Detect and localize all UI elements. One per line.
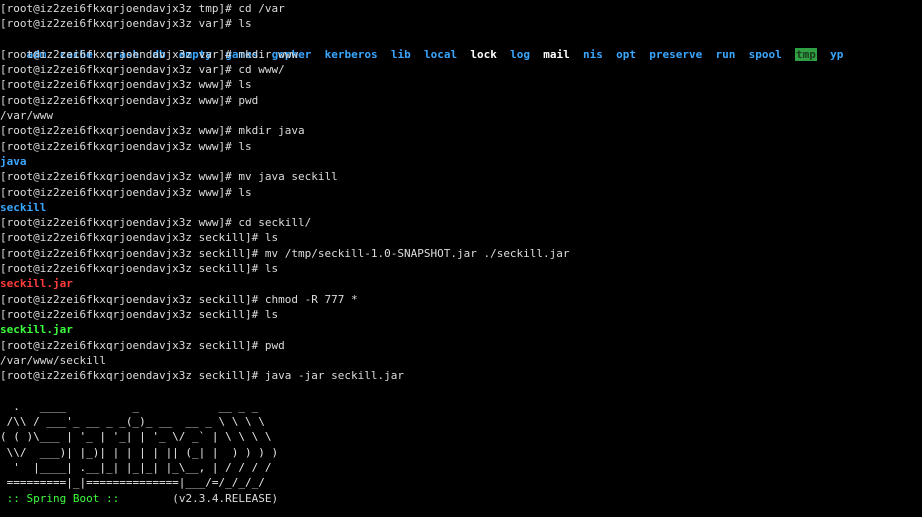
terminal-line: [root@iz2zei6fkxqrjoendavjx3z seckill]# … [0,262,279,276]
terminal-line: [root@iz2zei6fkxqrjoendavjx3z www]# ls [0,78,252,92]
terminal-line: [root@iz2zei6fkxqrjoendavjx3z www]# mkdi… [0,124,305,138]
dir-entry: lock [470,47,497,61]
dir-entry: local [423,47,458,61]
dir-entry: mail [543,47,570,61]
terminal-window[interactable]: [root@iz2zei6fkxqrjoendavjx3z tmp]# cd /… [0,0,922,517]
spring-banner-line: =========|_|==============|___/=/_/_/_/ [0,476,265,490]
dir-entry-sticky: tmp [794,47,817,61]
spring-boot-label: :: Spring Boot :: [0,491,126,505]
terminal-line: [root@iz2zei6fkxqrjoendavjx3z www]# ls [0,185,252,199]
spring-banner-line: /\\ / ___'_ __ _ _(_)_ __ __ _ \ \ \ \ [0,415,265,429]
dir-entry: run [715,47,736,61]
terminal-line: [root@iz2zei6fkxqrjoendavjx3z seckill]# … [0,292,358,306]
terminal-line: [root@iz2zei6fkxqrjoendavjx3z www]# mv j… [0,170,338,184]
dir-entry: preserve [649,47,703,61]
dir-entry: spool [748,47,782,61]
terminal-output: /var/www [0,109,53,123]
dir-entry: opt [616,47,636,61]
spring-boot-version: (v2.3.4.RELEASE) [125,491,279,505]
terminal-output-dir: seckill [0,200,47,214]
terminal-line: [root@iz2zei6fkxqrjoendavjx3z www]# ls [0,139,252,153]
dir-entry: nis [582,47,603,61]
spring-boot-version-line: :: Spring Boot :: (v2.3.4.RELEASE) [0,491,922,506]
spring-banner-line: ' |____| .__|_| |_|_| |_\__, | / / / / [0,460,272,474]
terminal-line: [root@iz2zei6fkxqrjoendavjx3z www]# pwd [0,93,259,107]
terminal-line: [root@iz2zei6fkxqrjoendavjx3z seckill]# … [0,231,279,245]
terminal-output-dir: java [0,154,27,168]
terminal-output-executable: seckill.jar [0,323,73,337]
terminal-line: [root@iz2zei6fkxqrjoendavjx3z seckill]# … [0,338,285,352]
dir-entry: log [510,47,530,61]
spring-banner-line: ( ( )\___ | '_ | '_| | '_ \/ _` | \ \ \ … [0,430,272,444]
spring-banner-line: . ____ _ __ _ _ [0,399,259,413]
ls-output-var: adm cache crash db empty games gopher ke… [0,32,922,61]
terminal-line: [root@iz2zei6fkxqrjoendavjx3z var]# ls [0,17,252,31]
spring-banner-line: \\/ ___)| |_)| | | | | || (_| | ) ) ) ) [0,445,279,459]
terminal-line: [root@iz2zei6fkxqrjoendavjx3z seckill]# … [0,369,404,383]
terminal-output: /var/www/seckill [0,353,106,367]
terminal-line: [root@iz2zei6fkxqrjoendavjx3z www]# cd s… [0,216,312,230]
terminal-line: [root@iz2zei6fkxqrjoendavjx3z seckill]# … [0,246,570,260]
dir-entry: kerberos [324,47,378,61]
dir-entry: lib [390,47,411,61]
terminal-line: [root@iz2zei6fkxqrjoendavjx3z seckill]# … [0,307,279,321]
terminal-line: [root@iz2zei6fkxqrjoendavjx3z tmp]# cd /… [0,2,285,15]
terminal-line: [root@iz2zei6fkxqrjoendavjx3z var]# cd w… [0,63,285,77]
dir-entry: yp [830,47,844,61]
terminal-output-archive: seckill.jar [0,277,73,291]
